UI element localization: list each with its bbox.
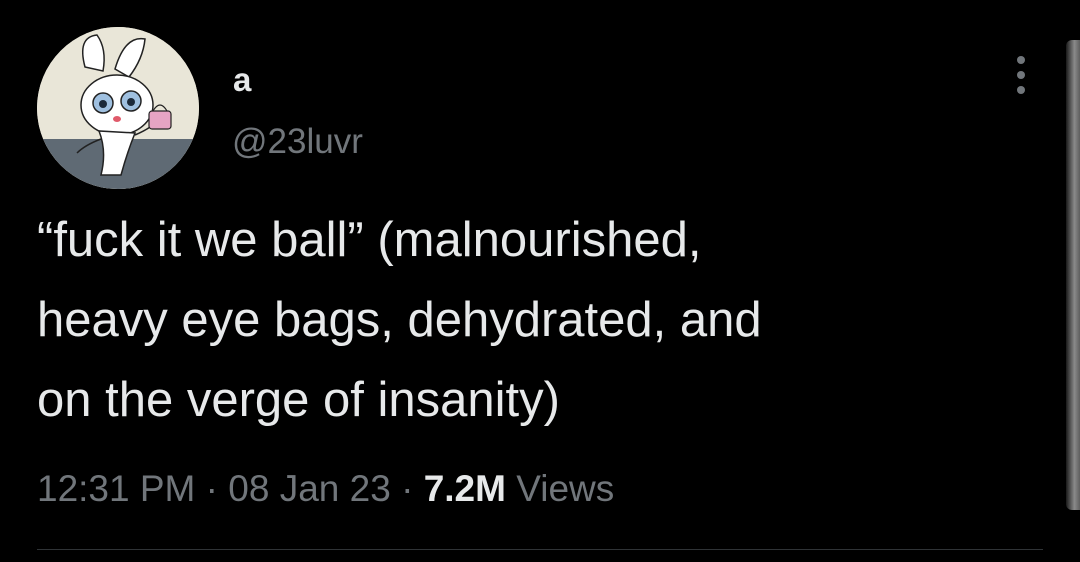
more-vertical-icon — [1017, 56, 1025, 64]
meta-separator: · — [205, 468, 218, 509]
views-count[interactable]: 7.2M — [424, 468, 506, 509]
tweet-text: “fuck it we ball” (malnourished, heavy e… — [37, 213, 762, 427]
tweet-card: a @23luvr “fuck it we ball” (malnourishe… — [0, 0, 1080, 562]
scrollbar[interactable] — [1066, 40, 1080, 510]
tweet-meta: 12:31 PM · 08 Jan 23 · 7.2M Views — [37, 466, 614, 512]
meta-separator: · — [401, 468, 414, 509]
more-vertical-icon-dot-bottom — [1017, 86, 1025, 94]
more-options-button[interactable] — [1004, 50, 1038, 100]
author-handle[interactable]: @23luvr — [232, 120, 363, 164]
tweet-date[interactable]: 08 Jan 23 — [228, 468, 391, 509]
bunny-avatar-icon — [37, 27, 199, 189]
avatar[interactable] — [37, 27, 199, 189]
tweet-time[interactable]: 12:31 PM — [37, 468, 195, 509]
author-display-name[interactable]: a — [233, 60, 251, 100]
more-vertical-icon-dot-middle — [1017, 71, 1025, 79]
divider — [37, 549, 1043, 550]
views-label: Views — [516, 468, 615, 509]
